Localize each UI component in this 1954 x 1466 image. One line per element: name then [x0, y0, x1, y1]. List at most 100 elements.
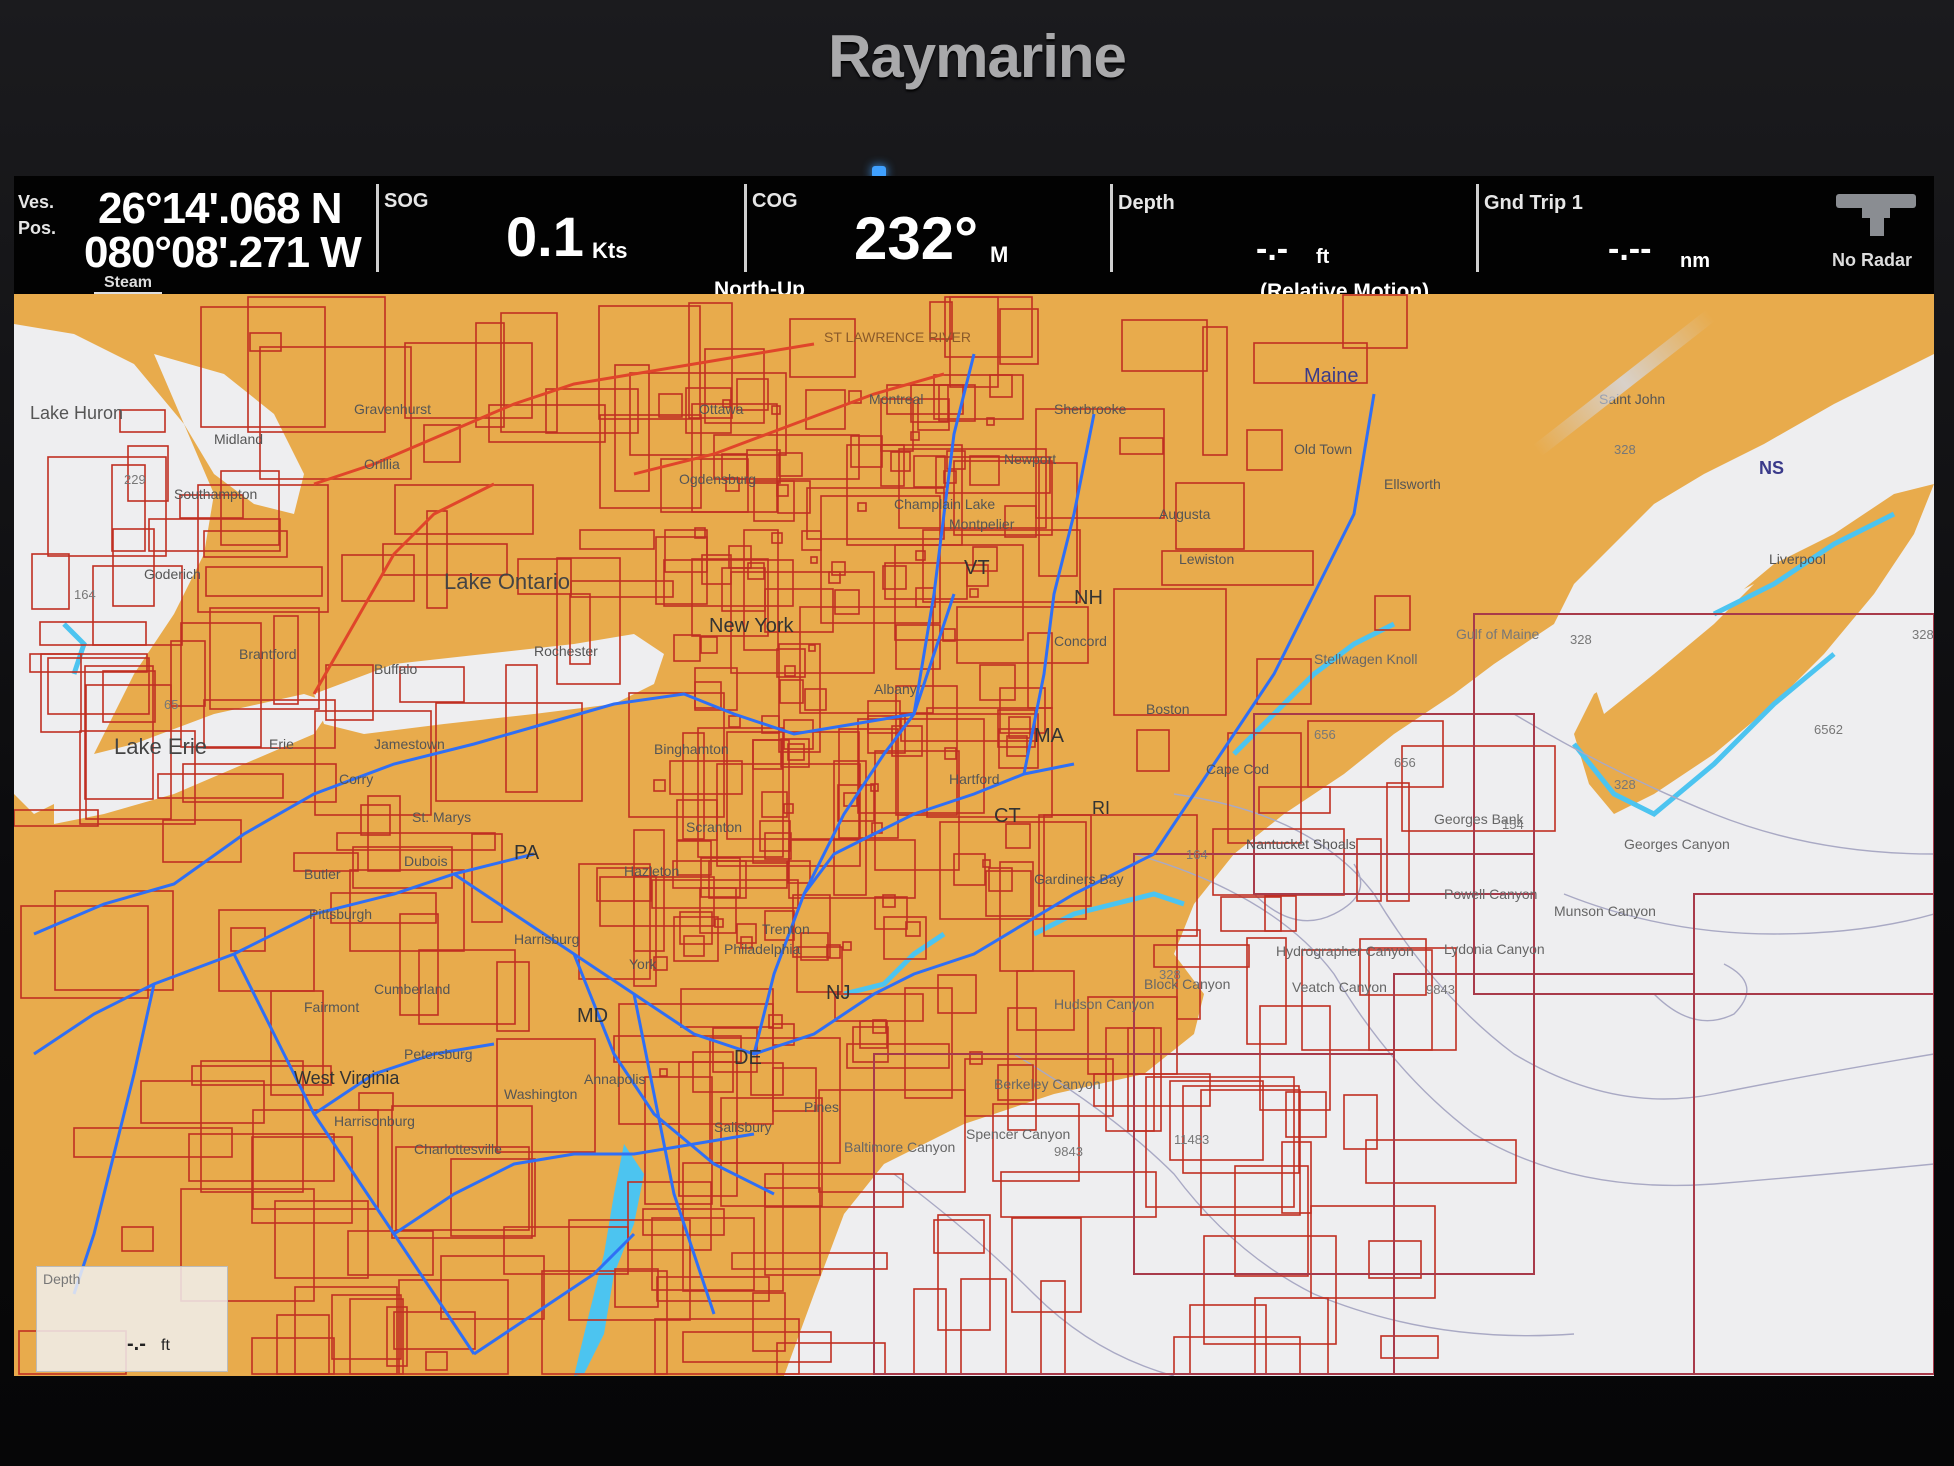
map-label-west-virginia: West Virginia [294, 1068, 400, 1088]
map-label-harrisburg: Harrisburg [514, 931, 579, 947]
chart-plotter-screen: Ves. Pos. 26°14'.068 N 080°08'.271 W Ste… [14, 176, 1934, 1376]
map-label-ma: MA [1034, 725, 1065, 747]
map-label-york: York [629, 956, 658, 972]
cog-cell[interactable]: COG 232° M North-Up [714, 182, 1110, 301]
map-label-petersburg: Petersburg [404, 1046, 472, 1062]
cog-value: 232° [854, 205, 979, 272]
trip-label: Gnd Trip 1 [1484, 192, 1583, 214]
trip-cell[interactable]: Gnd Trip 1 -.-- nm [1482, 182, 1822, 282]
map-label-hydrographer: Hydrographer Canyon [1276, 943, 1414, 959]
position-label-line2: Pos. [18, 218, 57, 238]
depth-cell[interactable]: Depth -.- ft (Relative Motion) [1116, 182, 1476, 303]
map-label-jamestown: Jamestown [374, 736, 445, 752]
map-label-lake-huron: Lake Huron [30, 403, 123, 423]
map-label-maine: Maine [1304, 365, 1358, 387]
map-label-munson: Munson Canyon [1554, 903, 1656, 919]
sog-unit: Kts [592, 238, 628, 263]
depth-box-unit: ft [161, 1337, 170, 1354]
map-label-stellwagen: Stellwagen Knoll [1314, 651, 1418, 667]
map-label-champlain: Champlain Lake [894, 496, 995, 512]
map-label-nantucket: Nantucket Shoals [1246, 836, 1356, 852]
cog-unit: M [990, 242, 1009, 267]
depth-overlay-box[interactable]: Depth -.- ft [36, 1266, 228, 1372]
map-label-huron-164: 164 [74, 587, 96, 602]
divider [376, 184, 379, 272]
map-label-d-11483: 11483 [1174, 1132, 1209, 1147]
map-label-sherbrooke: Sherbrooke [1054, 401, 1127, 417]
map-label-albany: Albany [874, 681, 917, 697]
map-label-vt: VT [964, 557, 990, 579]
map-label-gravenhurst: Gravenhurst [354, 401, 431, 417]
map-label-southampton: Southampton [174, 486, 257, 502]
map-label-pa: PA [514, 842, 540, 864]
map-label-nh: NH [1074, 587, 1103, 609]
map-label-de: DE [734, 1047, 762, 1069]
map-label-scranton: Scranton [686, 819, 742, 835]
map-label-hartford: Hartford [949, 771, 1000, 787]
data-bar: Ves. Pos. 26°14'.068 N 080°08'.271 W Ste… [14, 176, 1934, 303]
sog-value: 0.1 [506, 205, 584, 268]
trip-value: -.-- [1608, 230, 1652, 268]
trip-unit: nm [1680, 250, 1710, 272]
divider [1110, 184, 1113, 272]
map-label-dubois: Dubois [404, 853, 448, 869]
position-cell[interactable]: Ves. Pos. 26°14'.068 N 080°08'.271 W Ste… [14, 182, 374, 294]
map-label-erie-65: 65 [164, 697, 178, 712]
radar-cell[interactable]: No Radar [1824, 182, 1930, 282]
map-label-d-9843b: 9843 [1054, 1144, 1083, 1159]
map-label-old-town: Old Town [1294, 441, 1352, 457]
depth-box-value: -.- [127, 1333, 146, 1355]
map-label-lewiston: Lewiston [1179, 551, 1234, 567]
sog-cell[interactable]: SOG 0.1 Kts [382, 182, 742, 282]
divider [744, 184, 747, 272]
sog-label: SOG [384, 190, 429, 212]
map-label-d-164: 164 [1186, 847, 1208, 862]
map-label-d-656b: 656 [1394, 755, 1416, 770]
map-label-butler: Butler [304, 866, 341, 882]
divider [1476, 184, 1479, 272]
depth-value: -.- [1256, 230, 1289, 268]
map-label-d-9843a: 9843 [1426, 982, 1455, 997]
map-label-washington: Washington [504, 1086, 577, 1102]
map-label-hazleton: Hazleton [624, 863, 679, 879]
map-label-st-lawrence: ST LAWRENCE RIVER [824, 329, 971, 345]
map-label-pines: Pines [804, 1099, 839, 1115]
map-label-d-328e: 328 [1614, 442, 1636, 457]
map-label-brantford: Brantford [239, 646, 297, 662]
position-label-line1: Ves. [18, 192, 55, 212]
chart-map[interactable]: Lake Huron 229 Midland Gravenhurst Orillia So… [14, 294, 1934, 1376]
brand-logo: Raymarine [828, 23, 1127, 90]
depth-unit: ft [1316, 246, 1330, 268]
map-label-corry: Corry [339, 771, 373, 787]
longitude-value: 080°08'.271 W [84, 228, 362, 277]
map-label-rochester: Rochester [534, 643, 598, 659]
map-label-lake-ontario: Lake Ontario [444, 569, 570, 594]
map-label-montpelier: Montpelier [949, 516, 1015, 532]
cog-label: COG [752, 190, 798, 212]
map-label-newport: Newport [1004, 451, 1056, 467]
map-label-binghamton: Binghamton [654, 741, 729, 757]
depth-box-label: Depth [43, 1271, 81, 1287]
map-label-annapolis: Annapolis [584, 1071, 646, 1087]
map-label-charlottesville: Charlottesville [414, 1141, 502, 1157]
map-label-fairmont: Fairmont [304, 999, 359, 1015]
map-label-baltimore: Baltimore Canyon [844, 1139, 955, 1155]
map-label-powell: Powell Canyon [1444, 886, 1537, 902]
map-label-d-154: 154 [1502, 817, 1524, 832]
map-label-berkeley: Berkeley Canyon [994, 1076, 1101, 1092]
map-label-d-328c: 328 [1614, 777, 1636, 792]
map-label-liverpool: Liverpool [1769, 551, 1826, 567]
map-label-pittsburgh: Pittsburgh [309, 906, 372, 922]
map-label-veatch: Veatch Canyon [1292, 979, 1387, 995]
map-label-lydonia: Lydonia Canyon [1444, 941, 1545, 957]
map-label-augusta: Augusta [1159, 506, 1211, 522]
radar-icon [1836, 194, 1916, 236]
steam-tab[interactable]: Steam [94, 274, 163, 294]
latitude-value: 26°14'.068 N [98, 184, 343, 233]
map-label-buffalo: Buffalo [374, 661, 418, 677]
map-label-concord: Concord [1054, 633, 1107, 649]
depth-label: Depth [1118, 192, 1175, 214]
map-label-ri: RI [1092, 798, 1110, 818]
map-label-d-6562: 6562 [1814, 722, 1843, 737]
map-label-spencer: Spencer Canyon [966, 1126, 1070, 1142]
